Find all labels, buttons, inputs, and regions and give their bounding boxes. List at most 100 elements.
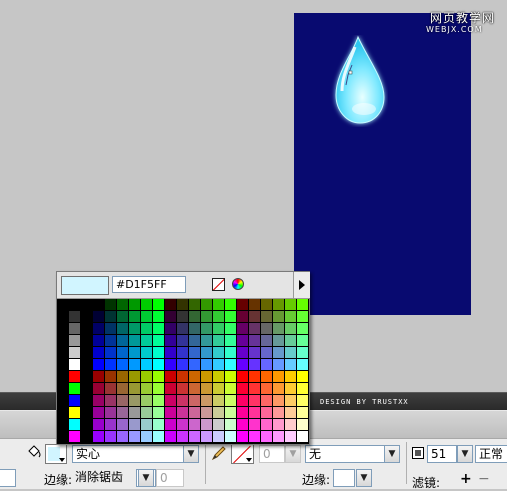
swatch-cell[interactable] (213, 371, 224, 382)
swatch-cell[interactable] (261, 299, 272, 310)
swatch-cell[interactable] (213, 383, 224, 394)
swatch-cell[interactable] (105, 419, 116, 430)
swatch-cell[interactable] (129, 419, 140, 430)
swatch-cell[interactable] (249, 299, 260, 310)
swatch-cell[interactable] (237, 407, 248, 418)
swatch-cell[interactable] (93, 359, 104, 370)
swatch-primary[interactable] (69, 323, 80, 334)
swatch-cell[interactable] (225, 323, 236, 334)
swatch-cell[interactable] (237, 311, 248, 322)
panel-menu-arrow-icon[interactable] (293, 272, 310, 298)
swatch-cell[interactable] (273, 359, 284, 370)
swatch-cell[interactable] (297, 371, 308, 382)
swatch-cell[interactable] (273, 395, 284, 406)
swatch-cell[interactable] (105, 383, 116, 394)
swatch-cell[interactable] (177, 347, 188, 358)
swatch-cell[interactable] (105, 347, 116, 358)
swatch-cell[interactable] (297, 335, 308, 346)
swatch-cell[interactable] (261, 407, 272, 418)
swatch-cell[interactable] (141, 371, 152, 382)
swatch-cell[interactable] (189, 419, 200, 430)
swatch-cell[interactable] (261, 335, 272, 346)
swatch-cell[interactable] (213, 359, 224, 370)
swatch-cell[interactable] (201, 383, 212, 394)
swatch-cell[interactable] (285, 431, 296, 442)
swatch-cell[interactable] (201, 359, 212, 370)
swatch-cell[interactable] (297, 323, 308, 334)
swatch-cell[interactable] (213, 395, 224, 406)
remove-filter-button[interactable]: − (478, 471, 490, 487)
swatch-cell[interactable] (225, 395, 236, 406)
swatch-cell[interactable] (177, 311, 188, 322)
swatch-cell[interactable] (285, 395, 296, 406)
swatch-primary[interactable] (69, 431, 80, 442)
swatch-cell[interactable] (237, 299, 248, 310)
swatch-primary[interactable] (69, 419, 80, 430)
swatch-primary[interactable] (69, 395, 80, 406)
swatch-cell[interactable] (117, 335, 128, 346)
swatch-primary[interactable] (69, 407, 80, 418)
swatch-cell[interactable] (237, 419, 248, 430)
swatch-cell[interactable] (249, 395, 260, 406)
swatch-cell[interactable] (105, 371, 116, 382)
swatch-cell[interactable] (129, 407, 140, 418)
swatch-cell[interactable] (225, 407, 236, 418)
swatch-cell[interactable] (141, 431, 152, 442)
swatch-cell[interactable] (285, 383, 296, 394)
swatch-cell[interactable] (273, 299, 284, 310)
swatch-cell[interactable] (177, 407, 188, 418)
swatch-cell[interactable] (141, 347, 152, 358)
swatch-cell[interactable] (129, 383, 140, 394)
swatch-cell[interactable] (261, 395, 272, 406)
swatch-cell[interactable] (225, 359, 236, 370)
swatch-cell[interactable] (237, 347, 248, 358)
swatch-cell[interactable] (261, 419, 272, 430)
swatch-cell[interactable] (285, 371, 296, 382)
swatch-black[interactable] (81, 419, 92, 430)
swatch-cell[interactable] (141, 419, 152, 430)
swatch-cell[interactable] (237, 431, 248, 442)
swatch-cell[interactable] (93, 383, 104, 394)
swatch-cell[interactable] (105, 359, 116, 370)
fill-style-select[interactable]: 实心 (72, 445, 184, 463)
swatch-cell[interactable] (165, 347, 176, 358)
swatch-cell[interactable] (201, 335, 212, 346)
swatch-cell[interactable] (237, 395, 248, 406)
swatch-cell[interactable] (153, 383, 164, 394)
swatch-cell[interactable] (285, 335, 296, 346)
swatch-cell[interactable] (285, 311, 296, 322)
swatch-cell[interactable] (201, 311, 212, 322)
swatch-cell[interactable] (93, 299, 104, 310)
swatch-black[interactable] (81, 371, 92, 382)
swatch-cell[interactable] (225, 383, 236, 394)
swatch-cell[interactable] (225, 299, 236, 310)
swatch-cell[interactable] (129, 347, 140, 358)
swatch-cell[interactable] (117, 371, 128, 382)
swatch-cell[interactable] (249, 311, 260, 322)
stroke-style-dropdown-button[interactable]: ▼ (384, 445, 400, 463)
swatch-black[interactable] (81, 299, 92, 310)
swatch-cell[interactable] (213, 347, 224, 358)
alpha-dropdown-button[interactable]: ▼ (457, 445, 473, 463)
swatch-cell[interactable] (105, 431, 116, 442)
swatch-black[interactable] (81, 383, 92, 394)
add-filter-button[interactable]: + (460, 471, 472, 487)
swatch-cell[interactable] (213, 323, 224, 334)
swatch-black[interactable] (81, 407, 92, 418)
swatch-black[interactable] (81, 359, 92, 370)
swatch-cell[interactable] (93, 431, 104, 442)
swatch-cell[interactable] (189, 311, 200, 322)
swatch-cell[interactable] (285, 419, 296, 430)
swatch-cell[interactable] (153, 419, 164, 430)
swatch-cell[interactable] (141, 335, 152, 346)
swatch-cell[interactable] (117, 359, 128, 370)
color-wheel-icon[interactable] (232, 278, 244, 290)
swatch-cell[interactable] (297, 311, 308, 322)
swatch-cell[interactable] (237, 371, 248, 382)
swatch-cell[interactable] (117, 347, 128, 358)
swatch-cell[interactable] (93, 407, 104, 418)
swatch-cell[interactable] (213, 419, 224, 430)
swatch-cell[interactable] (117, 299, 128, 310)
swatch-cell[interactable] (189, 431, 200, 442)
swatch-cell[interactable] (273, 371, 284, 382)
